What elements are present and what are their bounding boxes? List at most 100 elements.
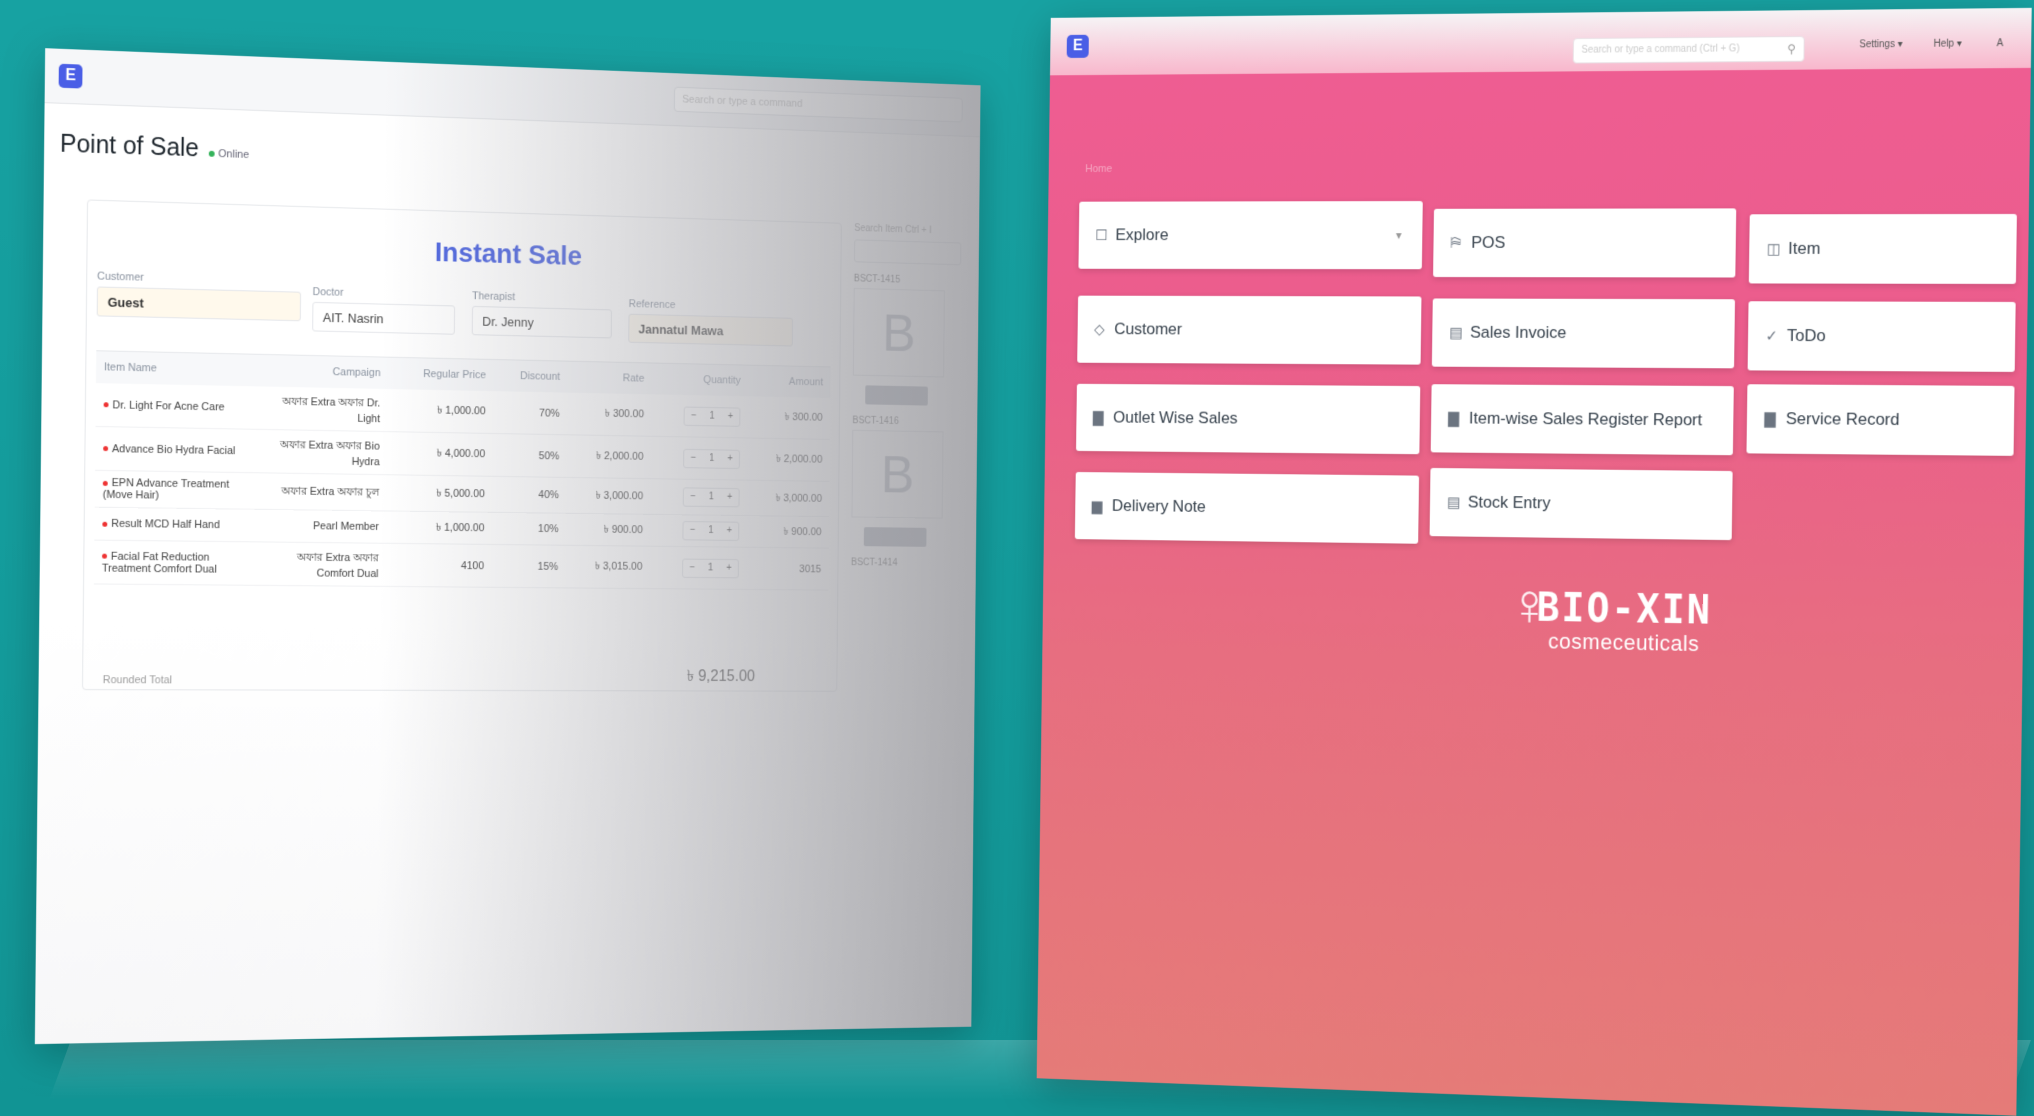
item-selector-panel: Search Item Ctrl + I BSCT-1415 B BSCT-14… bbox=[851, 223, 962, 573]
doctor-input[interactable]: AIT. Nasrin bbox=[312, 301, 456, 335]
bill-action-button[interactable] bbox=[863, 527, 927, 547]
tile-label: Sales Invoice bbox=[1470, 322, 1567, 342]
chevron-down-icon[interactable]: ▾ bbox=[1396, 228, 1402, 242]
quantity-stepper[interactable]: −1 + bbox=[683, 406, 741, 427]
tile-service-record[interactable]: ▇ Service Record bbox=[1746, 384, 2015, 456]
item-name: Result MCD Half Hand bbox=[111, 517, 220, 532]
rate: ৳ 3,000.00 bbox=[566, 477, 651, 515]
plus-icon[interactable]: + bbox=[721, 408, 739, 426]
help-menu[interactable]: Help ▾ bbox=[1934, 39, 1962, 50]
tile-label: Stock Entry bbox=[1467, 492, 1551, 513]
discount: 70% bbox=[492, 391, 568, 435]
quantity-stepper[interactable]: −1 + bbox=[682, 487, 740, 508]
tile-sales-invoice[interactable]: ▤ Sales Invoice bbox=[1431, 298, 1736, 369]
tile-label: POS bbox=[1471, 233, 1506, 252]
pos-icon: ⛿ bbox=[1450, 234, 1461, 252]
minus-icon[interactable]: − bbox=[683, 559, 701, 576]
quantity-value: 1 bbox=[708, 525, 714, 536]
navbar: E Search or type a command (Ctrl + G) ⚲ … bbox=[1049, 7, 2032, 76]
tile-item-wise-sales-register-report[interactable]: ▇ Item-wise Sales Register Report bbox=[1430, 384, 1734, 456]
quantity-stepper[interactable]: −1 + bbox=[682, 558, 739, 578]
remove-dot-icon[interactable] bbox=[102, 553, 107, 559]
search-placeholder: Search or type a command (Ctrl + G) bbox=[1581, 43, 1740, 56]
tile-label: Service Record bbox=[1785, 409, 1900, 429]
remove-dot-icon[interactable] bbox=[102, 480, 108, 486]
remove-dot-icon[interactable] bbox=[103, 446, 109, 452]
tile-pos[interactable]: ⛿ POS bbox=[1433, 208, 1737, 278]
minus-icon[interactable]: − bbox=[685, 407, 703, 425]
plus-icon[interactable]: + bbox=[720, 559, 738, 576]
quantity-stepper[interactable]: −1 + bbox=[683, 448, 741, 469]
recent-bill-card[interactable]: BSCT-1414 bbox=[851, 557, 958, 569]
bill-action-button[interactable] bbox=[865, 385, 928, 406]
col-item-name: Item Name bbox=[95, 351, 259, 387]
recent-bill-card[interactable]: BSCT-1416 B bbox=[851, 416, 959, 548]
amount: ৳ 900.00 bbox=[746, 515, 830, 549]
col-rate: Rate bbox=[567, 361, 652, 395]
quantity-value: 1 bbox=[709, 452, 715, 464]
reference-input[interactable]: Jannatul Mawa bbox=[628, 313, 794, 347]
folder-icon: ▇ bbox=[1448, 410, 1460, 428]
settings-menu[interactable]: Settings ▾ bbox=[1859, 39, 1902, 50]
pos-cart-card: Instant Sale Customer Guest Doctor AIT. … bbox=[81, 199, 842, 692]
reference-label: Reference bbox=[628, 298, 676, 312]
regular-price: ৳ 4,000.00 bbox=[387, 431, 493, 477]
app-logo[interactable]: E bbox=[58, 63, 83, 89]
quantity-value: 1 bbox=[707, 562, 714, 573]
campaign: Pearl Member bbox=[256, 509, 387, 544]
tile-item[interactable]: ◫ Item bbox=[1748, 213, 2017, 284]
rate: ৳ 3,015.00 bbox=[565, 545, 651, 589]
item-search-input[interactable] bbox=[854, 239, 962, 266]
tile-delivery-note[interactable]: ▆ Delivery Note bbox=[1074, 472, 1420, 544]
campaign: অফার Extra অফার চুল bbox=[256, 472, 388, 511]
avatar[interactable]: A bbox=[1997, 38, 2004, 49]
file-icon: ☐ bbox=[1095, 227, 1108, 244]
folder-icon: ▇ bbox=[1764, 411, 1776, 428]
col-regular-price: Regular Price bbox=[387, 357, 494, 392]
discount: 10% bbox=[491, 512, 567, 546]
minus-icon[interactable]: − bbox=[684, 449, 702, 467]
quantity-stepper[interactable]: −1 + bbox=[682, 521, 740, 541]
pos-window: E Search or type a command Point of Sale… bbox=[34, 48, 981, 1045]
table-row[interactable]: Facial Fat Reduction Treatment Comfort D… bbox=[93, 540, 829, 591]
quantity-value: 1 bbox=[708, 491, 714, 503]
plus-icon[interactable]: + bbox=[720, 522, 738, 539]
therapist-input[interactable]: Dr. Jenny bbox=[471, 305, 612, 339]
col-campaign: Campaign bbox=[257, 354, 389, 390]
doctor-label: Doctor bbox=[312, 286, 344, 299]
tile-label: Item-wise Sales Register Report bbox=[1468, 408, 1703, 430]
bill-id: BSCT-1415 bbox=[853, 273, 901, 286]
customer-input[interactable]: Guest bbox=[96, 286, 302, 322]
regular-price: ৳ 1,000.00 bbox=[387, 389, 494, 434]
tile-todo[interactable]: ✓ ToDo bbox=[1747, 301, 2016, 372]
tile-label: Explore bbox=[1115, 225, 1169, 244]
remove-dot-icon[interactable] bbox=[102, 521, 108, 527]
search-icon[interactable]: ⚲ bbox=[1787, 37, 1796, 61]
recent-bill-card[interactable]: BSCT-1415 B bbox=[852, 273, 961, 407]
regular-price: ৳ 1,000.00 bbox=[386, 510, 493, 545]
rate: ৳ 300.00 bbox=[566, 392, 652, 437]
plus-icon[interactable]: + bbox=[720, 489, 738, 507]
remove-dot-icon[interactable] bbox=[103, 402, 109, 408]
status-indicator: Online bbox=[208, 148, 249, 161]
discount: 15% bbox=[491, 544, 566, 588]
tile-stock-entry[interactable]: ▤ Stock Entry bbox=[1429, 467, 1733, 541]
tile-customer[interactable]: ◇ Customer bbox=[1077, 295, 1422, 365]
minus-icon[interactable]: − bbox=[684, 488, 702, 506]
stack-icon: ▆ bbox=[1091, 498, 1103, 515]
minus-icon[interactable]: − bbox=[683, 522, 701, 540]
tile-explore[interactable]: ☐ Explore ▾ bbox=[1078, 201, 1423, 270]
col-quantity: Quantity bbox=[651, 363, 749, 397]
customer-field: Customer Guest bbox=[96, 271, 302, 322]
tile-outlet-wise-sales[interactable]: ▇ Outlet Wise Sales bbox=[1076, 383, 1421, 455]
brand-name: BIO-XIN bbox=[1536, 585, 1713, 634]
rounded-total-label: Rounded Total bbox=[102, 674, 173, 687]
workspace-window: E Search or type a command (Ctrl + G) ⚲ … bbox=[1036, 7, 2032, 1116]
app-logo[interactable]: E bbox=[1066, 34, 1089, 58]
amount: ৳ 300.00 bbox=[747, 396, 831, 440]
plus-icon[interactable]: + bbox=[721, 450, 739, 468]
search-input[interactable]: Search or type a command bbox=[673, 86, 963, 123]
doctor-field: Doctor AIT. Nasrin bbox=[312, 286, 456, 335]
brand-subtitle: cosmeceuticals bbox=[1548, 628, 1700, 657]
search-input[interactable]: Search or type a command (Ctrl + G) ⚲ bbox=[1572, 35, 1805, 64]
